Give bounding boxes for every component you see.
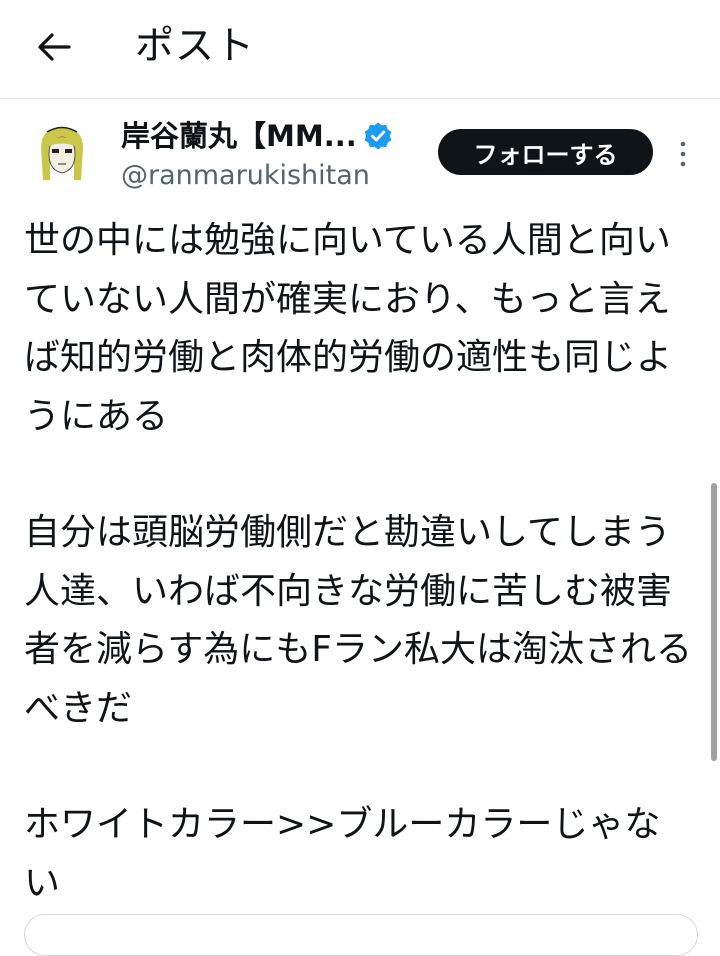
avatar-image (27, 118, 97, 188)
avatar[interactable] (27, 118, 97, 188)
top-bar: ポスト (0, 0, 720, 99)
tweet-paragraph: 世の中には勉強に向いている人間と向いていない人間が確実におり、もっと言えば知的労… (24, 220, 673, 437)
quoted-card[interactable] (24, 914, 698, 956)
tweet-paragraph: ホワイトカラー>>ブルーカラーじゃない (24, 804, 661, 904)
follow-button[interactable]: フォローする (438, 129, 653, 175)
back-button[interactable] (28, 24, 80, 70)
tweet-paragraph: 自分は頭脳労働側だと勘違いしてしまう人達、いわば不向きな労働に苦しむ被害者を減ら… (24, 512, 692, 729)
scrollbar-thumb[interactable] (711, 483, 717, 761)
verified-badge-icon (364, 122, 392, 150)
display-name[interactable]: 岸谷蘭丸【MM... (121, 116, 357, 156)
name-row: 岸谷蘭丸【MM... (121, 116, 393, 156)
tweet-text: 世の中には勉強に向いている人間と向いていない人間が確実におり、もっと言えば知的労… (24, 212, 696, 913)
arrow-left-icon (38, 33, 71, 61)
user-handle[interactable]: @ranmarukishitan (121, 158, 370, 194)
more-vertical-icon (680, 141, 686, 167)
page-title: ポスト (135, 24, 256, 69)
author-row: 岸谷蘭丸【MM... @ranmarukishitan フォローする (0, 110, 720, 200)
more-options-button[interactable] (668, 134, 698, 174)
